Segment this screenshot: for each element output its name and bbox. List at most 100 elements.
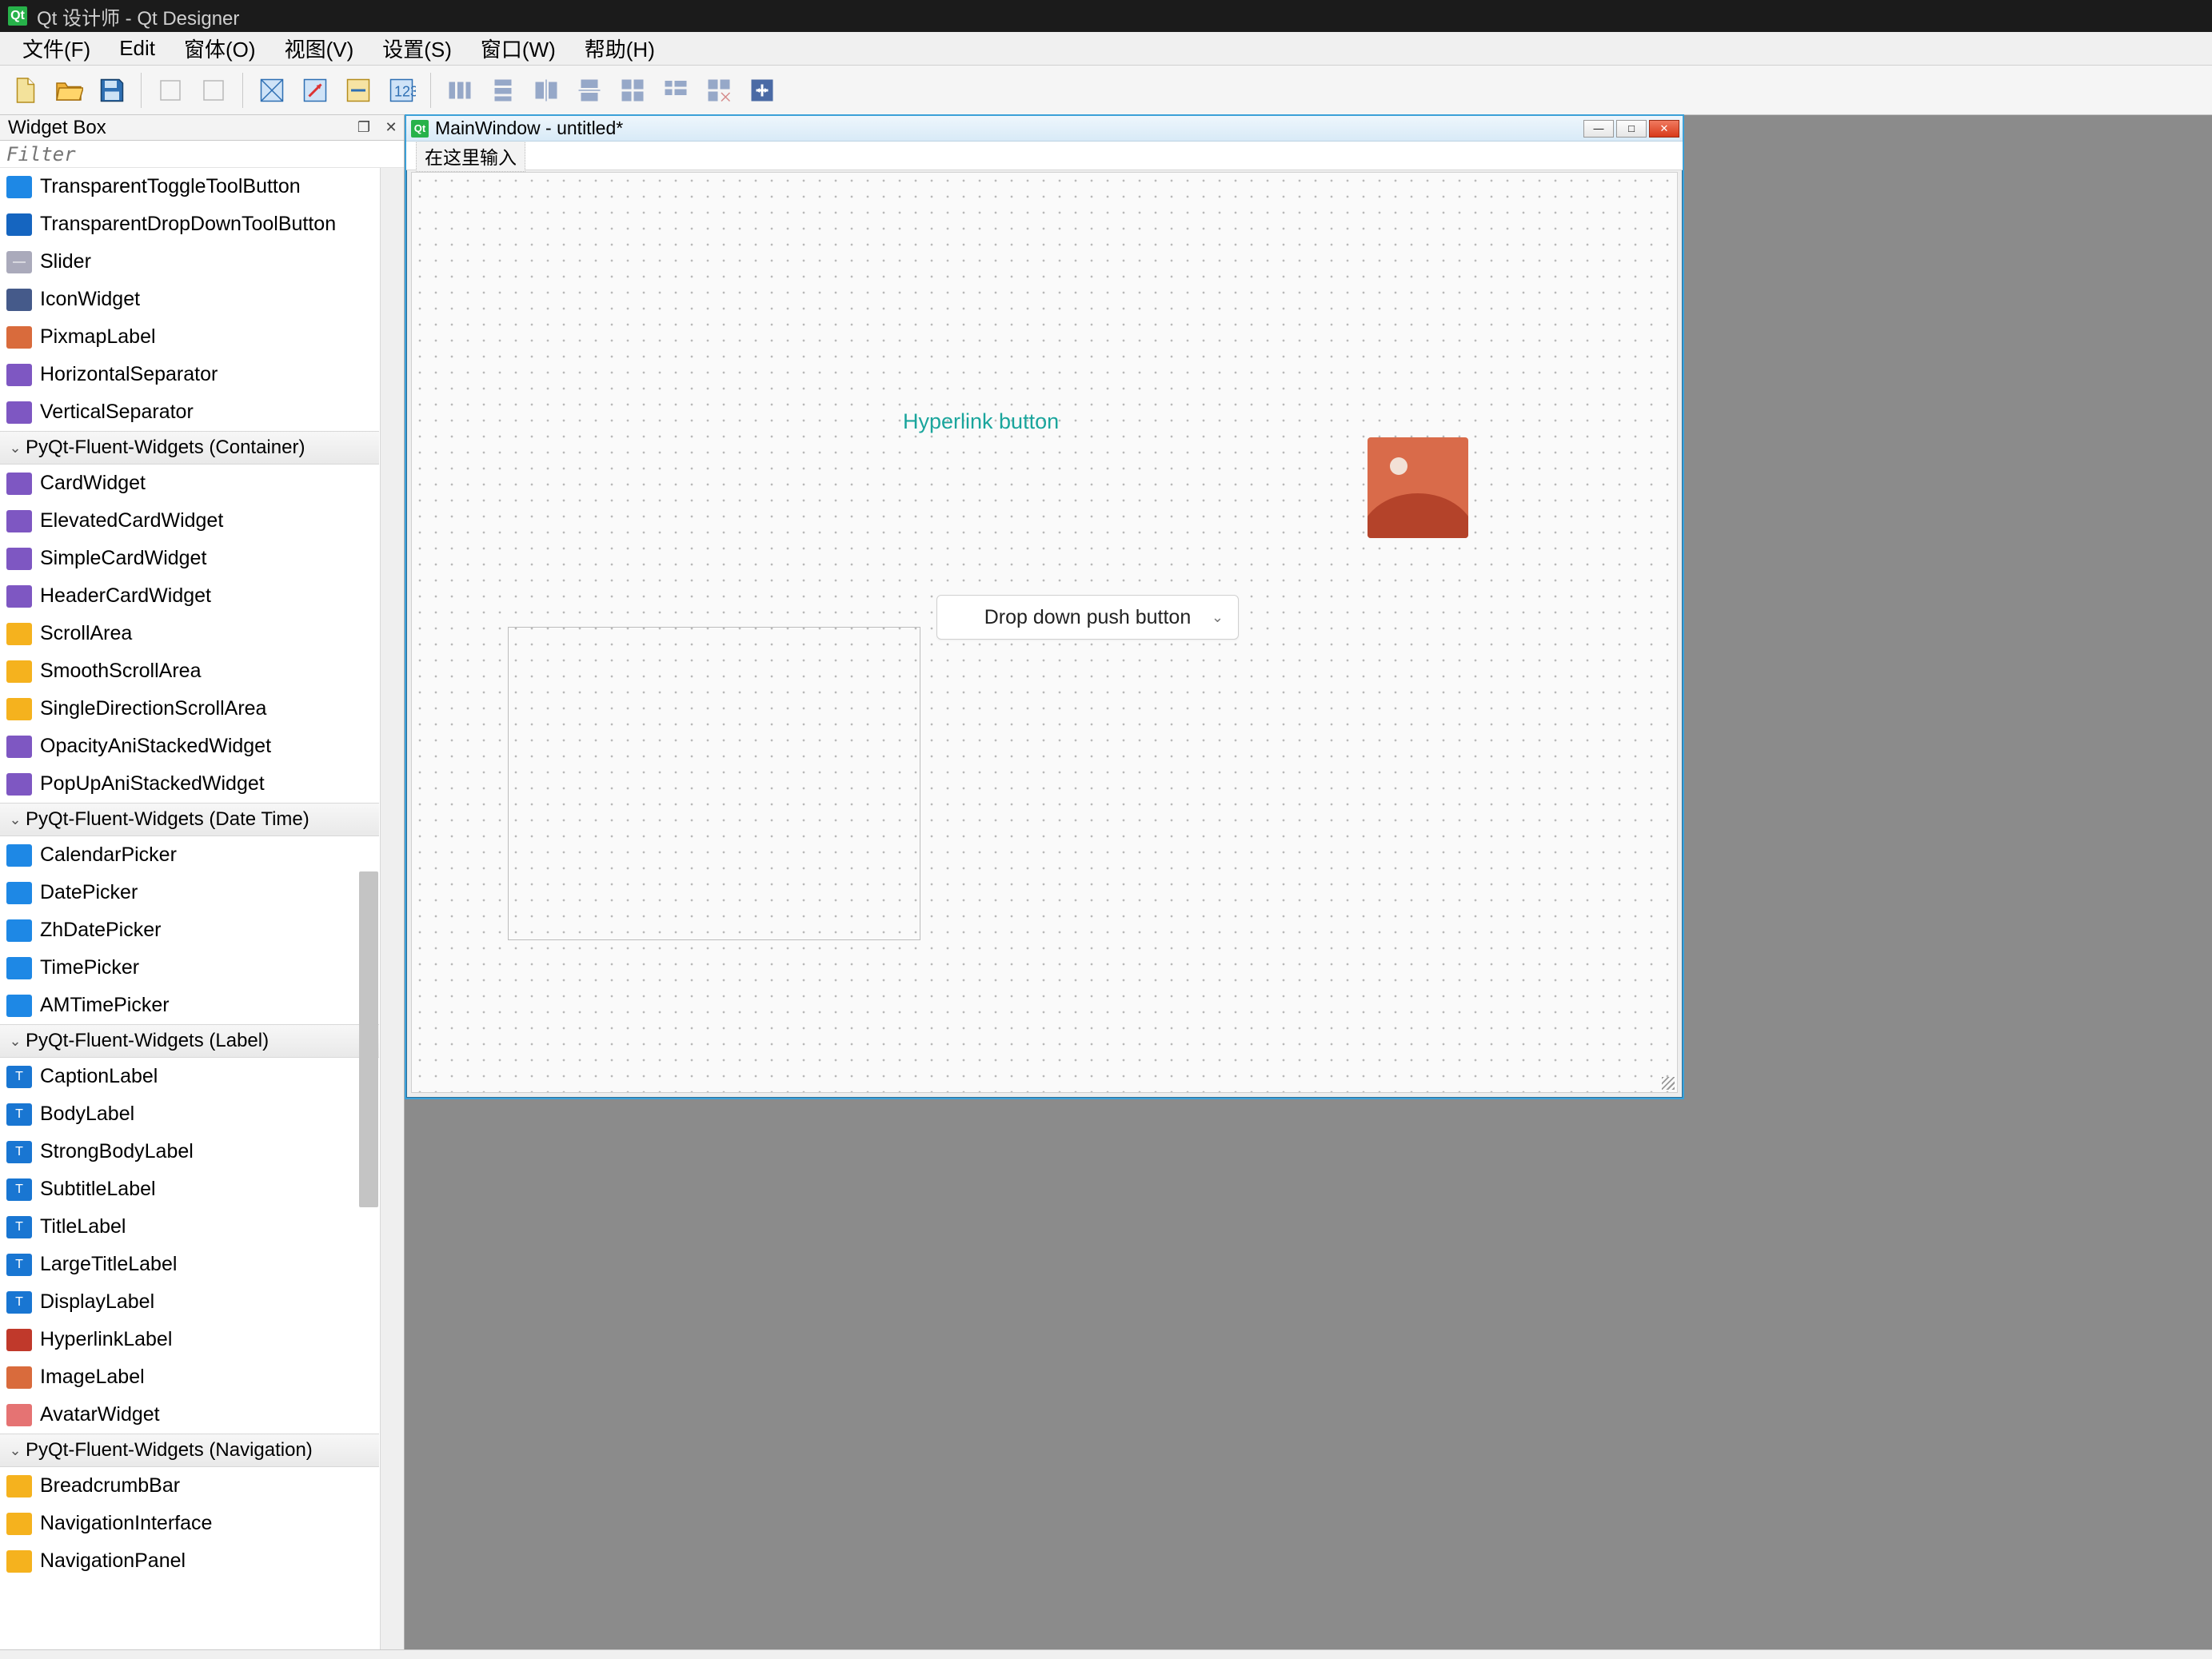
hyperlink-button-widget[interactable]: Hyperlink button: [903, 409, 1059, 434]
widget-item[interactable]: ScrollArea: [0, 615, 380, 652]
form-central-widget[interactable]: Hyperlink button Drop down push button ⌄: [411, 172, 1678, 1093]
widget-item[interactable]: TimePicker: [0, 949, 380, 987]
menu-help[interactable]: 帮助(H): [570, 30, 669, 66]
widget-label: ZhDatePicker: [40, 919, 161, 942]
panel-close-button[interactable]: ✕: [381, 118, 401, 138]
widget-icon: [6, 401, 32, 424]
menu-edit[interactable]: Edit: [105, 33, 170, 64]
form-window[interactable]: Qt MainWindow - untitled* — □ ✕ 在这里输入 Hy…: [405, 114, 1684, 1099]
menu-file[interactable]: 文件(F): [8, 30, 105, 66]
widget-icon: [6, 213, 32, 236]
toolbar: 123: [0, 66, 2212, 115]
widget-icon: [6, 473, 32, 495]
svg-text:123: 123: [394, 83, 416, 99]
widget-icon: [6, 882, 32, 904]
widget-icon: [6, 1404, 32, 1426]
widget-item[interactable]: TBodyLabel: [0, 1095, 380, 1133]
card-widget[interactable]: [508, 627, 920, 940]
widget-item[interactable]: CalendarPicker: [0, 836, 380, 874]
widget-item[interactable]: ZhDatePicker: [0, 911, 380, 949]
widget-item[interactable]: PixmapLabel: [0, 318, 380, 356]
widget-icon: [6, 736, 32, 758]
widget-item[interactable]: TSubtitleLabel: [0, 1170, 380, 1208]
widget-icon: [6, 1513, 32, 1535]
widget-label: OpacityAniStackedWidget: [40, 735, 271, 758]
menu-settings[interactable]: 设置(S): [368, 30, 466, 66]
widget-item[interactable]: IconWidget: [0, 281, 380, 318]
edit-widgets-button[interactable]: [253, 71, 291, 110]
category-label: PyQt-Fluent-Widgets (Navigation): [26, 1439, 313, 1462]
widget-item[interactable]: HeaderCardWidget: [0, 577, 380, 615]
chevron-down-icon: ⌄: [1212, 609, 1224, 626]
widget-category[interactable]: ⌄PyQt-Fluent-Widgets (Date Time): [0, 803, 379, 836]
resize-grip-icon[interactable]: [1662, 1077, 1675, 1090]
widget-category[interactable]: ⌄PyQt-Fluent-Widgets (Navigation): [0, 1434, 379, 1467]
widget-label: LargeTitleLabel: [40, 1253, 177, 1276]
edit-taborder-button[interactable]: 123: [382, 71, 421, 110]
form-titlebar[interactable]: Qt MainWindow - untitled* — □ ✕: [406, 116, 1683, 142]
widget-item[interactable]: —Slider: [0, 243, 380, 281]
widget-label: NavigationPanel: [40, 1549, 186, 1573]
panel-float-button[interactable]: ❐: [354, 118, 373, 138]
design-canvas[interactable]: Qt MainWindow - untitled* — □ ✕ 在这里输入 Hy…: [405, 115, 2212, 1649]
widget-list[interactable]: TransparentToggleToolButton TransparentDr…: [0, 168, 380, 1649]
widget-icon: [6, 660, 32, 683]
widget-item[interactable]: NavigationInterface: [0, 1505, 380, 1542]
widget-item[interactable]: TLargeTitleLabel: [0, 1246, 380, 1283]
widget-item[interactable]: AvatarWidget: [0, 1396, 380, 1434]
widget-item[interactable]: ImageLabel: [0, 1358, 380, 1396]
menu-view[interactable]: 视图(V): [270, 30, 369, 66]
scrollbar-thumb[interactable]: [359, 871, 378, 1207]
widget-item[interactable]: PopUpAniStackedWidget: [0, 765, 380, 803]
widget-item[interactable]: TDisplayLabel: [0, 1283, 380, 1321]
widget-item[interactable]: HyperlinkLabel: [0, 1321, 380, 1358]
widget-icon: T: [6, 1066, 32, 1088]
edit-signals-button[interactable]: [296, 71, 334, 110]
widget-item[interactable]: SingleDirectionScrollArea: [0, 690, 380, 728]
widget-label: CaptionLabel: [40, 1065, 158, 1088]
menu-form[interactable]: 窗体(O): [170, 30, 270, 66]
widget-item[interactable]: DatePicker: [0, 874, 380, 911]
edit-buddies-button[interactable]: [339, 71, 377, 110]
widget-category[interactable]: ⌄PyQt-Fluent-Widgets (Container): [0, 431, 379, 465]
widget-list-scrollbar[interactable]: [380, 168, 404, 1649]
image-label-widget[interactable]: [1368, 437, 1468, 538]
save-file-button[interactable]: [93, 71, 131, 110]
widget-item[interactable]: SmoothScrollArea: [0, 652, 380, 690]
menu-window[interactable]: 窗口(W): [466, 30, 570, 66]
widget-item[interactable]: NavigationPanel: [0, 1542, 380, 1580]
app-title: Qt 设计师 - Qt Designer: [37, 2, 239, 30]
widget-icon: T: [6, 1216, 32, 1238]
widget-item[interactable]: TStrongBodyLabel: [0, 1133, 380, 1170]
widget-label: TransparentToggleToolButton: [40, 175, 301, 198]
widget-filter-input[interactable]: [0, 141, 404, 168]
widget-item[interactable]: CardWidget: [0, 465, 380, 502]
toolbar-separator: [430, 73, 431, 108]
open-file-button[interactable]: [50, 71, 88, 110]
widget-label: PopUpAniStackedWidget: [40, 772, 265, 796]
widget-item[interactable]: OpacityAniStackedWidget: [0, 728, 380, 765]
widget-icon: T: [6, 1291, 32, 1314]
widget-label: PixmapLabel: [40, 325, 156, 349]
widget-item[interactable]: HorizontalSeparator: [0, 356, 380, 393]
widget-item[interactable]: TransparentDropDownToolButton: [0, 205, 380, 243]
form-close-button[interactable]: ✕: [1649, 120, 1679, 138]
chevron-down-icon: ⌄: [5, 1442, 26, 1459]
widget-item[interactable]: TTitleLabel: [0, 1208, 380, 1246]
widget-item[interactable]: SimpleCardWidget: [0, 540, 380, 577]
form-menubar[interactable]: 在这里输入: [406, 142, 1683, 170]
new-file-button[interactable]: [6, 71, 45, 110]
widget-item[interactable]: T CaptionLabel: [0, 1058, 380, 1095]
widget-item[interactable]: ElevatedCardWidget: [0, 502, 380, 540]
adjust-size-button[interactable]: [743, 71, 781, 110]
widget-category[interactable]: ⌄PyQt-Fluent-Widgets (Label): [0, 1024, 379, 1058]
widget-item[interactable]: TransparentToggleToolButton: [0, 168, 380, 205]
form-menu-placeholder[interactable]: 在这里输入: [416, 140, 525, 172]
widget-item[interactable]: AMTimePicker: [0, 987, 380, 1024]
widget-item[interactable]: BreadcrumbBar: [0, 1467, 380, 1505]
widget-item[interactable]: VerticalSeparator: [0, 393, 380, 431]
form-minimize-button[interactable]: —: [1583, 120, 1614, 138]
dropdown-push-button-widget[interactable]: Drop down push button ⌄: [936, 595, 1239, 640]
layout-vsplit-button: [570, 71, 609, 110]
form-maximize-button[interactable]: □: [1616, 120, 1647, 138]
